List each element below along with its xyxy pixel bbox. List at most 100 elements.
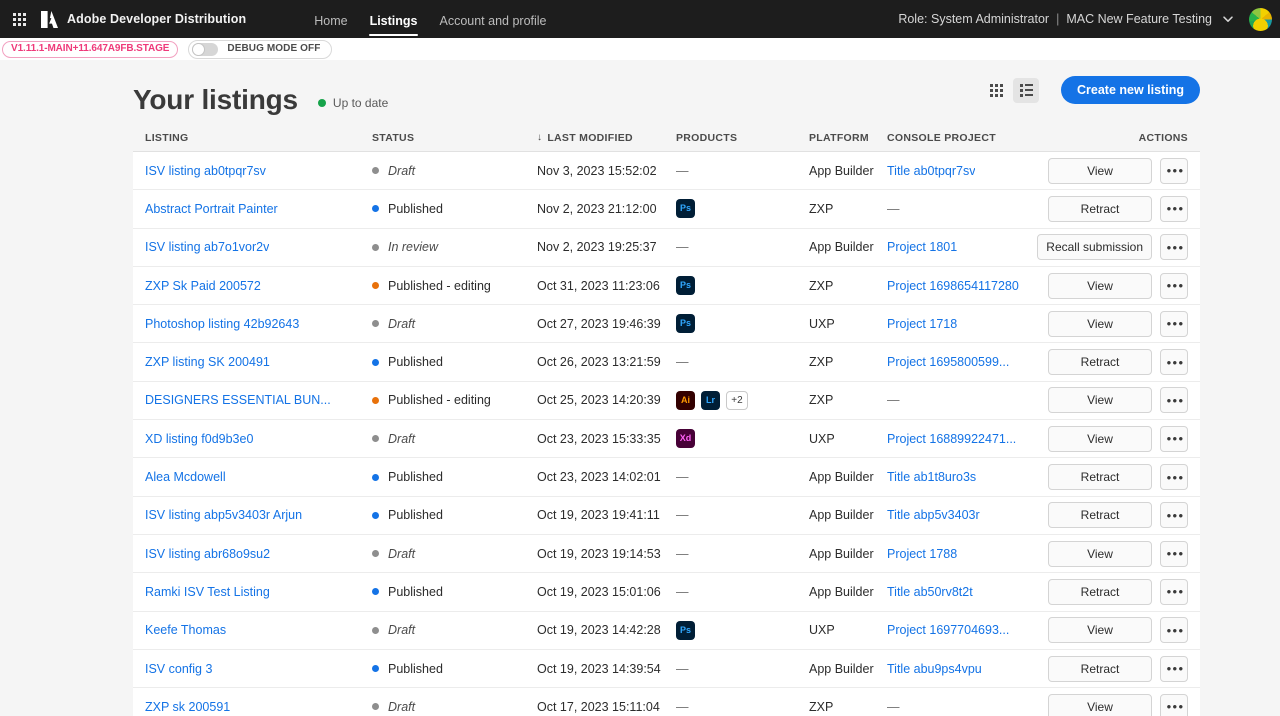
console-project-link[interactable]: Title ab1t8uro3s xyxy=(887,470,976,484)
console-project-link[interactable]: Project 1695800599... xyxy=(887,355,1009,369)
row-action-button[interactable]: View xyxy=(1048,158,1152,184)
product-icon-list: — xyxy=(676,470,689,484)
table-row[interactable]: Keefe ThomasDraftOct 19, 2023 14:42:28Ps… xyxy=(133,612,1200,650)
brand[interactable]: Adobe Developer Distribution xyxy=(40,11,246,28)
cell-console-project: Project 1718 xyxy=(887,317,1035,331)
row-action-button[interactable]: View xyxy=(1048,273,1152,299)
grid-view-icon[interactable] xyxy=(983,78,1009,103)
table-row[interactable]: ISV listing ab0tpqr7svDraftNov 3, 2023 1… xyxy=(133,152,1200,190)
row-action-button[interactable]: Recall submission xyxy=(1037,234,1152,260)
table-row[interactable]: ZXP sk 200591DraftOct 17, 2023 15:11:04—… xyxy=(133,688,1200,716)
table-row[interactable]: Ramki ISV Test ListingPublishedOct 19, 2… xyxy=(133,573,1200,611)
listing-name-link[interactable]: ZXP listing SK 200491 xyxy=(145,355,270,369)
console-project-link[interactable]: Title ab50rv8t2t xyxy=(887,585,973,599)
org-selector-label[interactable]: MAC New Feature Testing xyxy=(1066,12,1212,26)
column-header-status[interactable]: STATUS xyxy=(372,132,537,144)
table-row[interactable]: ZXP listing SK 200491PublishedOct 26, 20… xyxy=(133,343,1200,381)
column-header-listing[interactable]: LISTING xyxy=(133,132,372,144)
row-more-options-button[interactable]: ••• xyxy=(1160,234,1188,260)
table-row[interactable]: ISV listing abp5v3403r ArjunPublishedOct… xyxy=(133,497,1200,535)
row-action-button[interactable]: View xyxy=(1048,311,1152,337)
table-row[interactable]: DESIGNERS ESSENTIAL BUN...Published - ed… xyxy=(133,382,1200,420)
listing-name-link[interactable]: Alea Mcdowell xyxy=(145,470,226,484)
column-header-last-modified[interactable]: ↓ LAST MODIFIED xyxy=(537,132,676,144)
app-grid-icon[interactable] xyxy=(0,0,38,38)
row-more-options-button[interactable]: ••• xyxy=(1160,502,1188,528)
table-row[interactable]: ISV config 3PublishedOct 19, 2023 14:39:… xyxy=(133,650,1200,688)
row-more-options-button[interactable]: ••• xyxy=(1160,541,1188,567)
cell-listing: ISV listing abr68o9su2 xyxy=(133,547,372,561)
table-row[interactable]: ISV listing ab7o1vor2vIn reviewNov 2, 20… xyxy=(133,229,1200,267)
table-row[interactable]: Photoshop listing 42b92643DraftOct 27, 2… xyxy=(133,305,1200,343)
row-action-button[interactable]: Retract xyxy=(1048,579,1152,605)
chevron-down-icon[interactable] xyxy=(1221,12,1235,26)
nav-link-listings[interactable]: Listings xyxy=(359,15,429,39)
list-view-icon[interactable] xyxy=(1013,78,1039,103)
console-project-link[interactable]: Project 1698654117280 xyxy=(887,279,1019,293)
nav-link-home[interactable]: Home xyxy=(303,15,358,39)
create-new-listing-button[interactable]: Create new listing xyxy=(1061,76,1200,104)
listing-name-link[interactable]: Ramki ISV Test Listing xyxy=(145,585,270,599)
cell-platform: App Builder xyxy=(809,240,887,254)
listing-name-link[interactable]: DESIGNERS ESSENTIAL BUN... xyxy=(145,393,331,407)
column-header-products[interactable]: PRODUCTS xyxy=(676,132,809,144)
console-project-link[interactable]: Project 16889922471... xyxy=(887,432,1016,446)
listing-name-link[interactable]: ZXP Sk Paid 200572 xyxy=(145,279,261,293)
row-action-button[interactable]: Retract xyxy=(1048,349,1152,375)
listing-name-link[interactable]: Keefe Thomas xyxy=(145,623,226,637)
status-dot-icon xyxy=(372,397,379,404)
listing-name-link[interactable]: ISV listing ab0tpqr7sv xyxy=(145,164,266,178)
table-row[interactable]: ZXP Sk Paid 200572Published - editingOct… xyxy=(133,267,1200,305)
console-project-link[interactable]: Project 1801 xyxy=(887,240,957,254)
table-row[interactable]: Alea McdowellPublishedOct 23, 2023 14:02… xyxy=(133,458,1200,496)
row-action-button[interactable]: View xyxy=(1048,426,1152,452)
row-more-options-button[interactable]: ••• xyxy=(1160,694,1188,716)
row-more-options-button[interactable]: ••• xyxy=(1160,464,1188,490)
row-action-button[interactable]: Retract xyxy=(1048,196,1152,222)
console-project-link[interactable]: Project 1718 xyxy=(887,317,957,331)
row-action-button[interactable]: Retract xyxy=(1048,464,1152,490)
row-more-options-button[interactable]: ••• xyxy=(1160,656,1188,682)
listing-name-link[interactable]: Photoshop listing 42b92643 xyxy=(145,317,299,331)
debug-mode-toggle[interactable]: DEBUG MODE OFF xyxy=(188,40,332,59)
row-action-button[interactable]: Retract xyxy=(1048,656,1152,682)
listing-name-link[interactable]: Abstract Portrait Painter xyxy=(145,202,278,216)
row-more-options-button[interactable]: ••• xyxy=(1160,387,1188,413)
listing-name-link[interactable]: ZXP sk 200591 xyxy=(145,700,230,714)
row-action-button[interactable]: View xyxy=(1048,541,1152,567)
ps-product-icon: Ps xyxy=(676,276,695,295)
debug-mode-label: DEBUG MODE OFF xyxy=(227,44,320,54)
row-more-options-button[interactable]: ••• xyxy=(1160,196,1188,222)
console-project-link[interactable]: Title ab0tpqr7sv xyxy=(887,164,975,178)
row-action-button[interactable]: View xyxy=(1048,694,1152,716)
row-more-options-button[interactable]: ••• xyxy=(1160,158,1188,184)
table-row[interactable]: XD listing f0d9b3e0DraftOct 23, 2023 15:… xyxy=(133,420,1200,458)
console-project-link[interactable]: Project 1788 xyxy=(887,547,957,561)
nav-link-account-and-profile[interactable]: Account and profile xyxy=(428,15,557,39)
listing-name-link[interactable]: ISV listing abr68o9su2 xyxy=(145,547,270,561)
listing-name-link[interactable]: XD listing f0d9b3e0 xyxy=(145,432,253,446)
row-more-options-button[interactable]: ••• xyxy=(1160,426,1188,452)
table-row[interactable]: ISV listing abr68o9su2DraftOct 19, 2023 … xyxy=(133,535,1200,573)
cell-listing: XD listing f0d9b3e0 xyxy=(133,432,372,446)
console-project-link[interactable]: Title abp5v3403r xyxy=(887,508,980,522)
listing-name-link[interactable]: ISV listing abp5v3403r Arjun xyxy=(145,508,302,522)
row-more-options-button[interactable]: ••• xyxy=(1160,349,1188,375)
avatar[interactable] xyxy=(1249,8,1272,31)
row-more-options-button[interactable]: ••• xyxy=(1160,617,1188,643)
column-header-console-project[interactable]: CONSOLE PROJECT xyxy=(887,132,1035,144)
console-project-link[interactable]: Project 1697704693... xyxy=(887,623,1009,637)
row-action-button[interactable]: View xyxy=(1048,617,1152,643)
listing-name-link[interactable]: ISV listing ab7o1vor2v xyxy=(145,240,269,254)
listing-name-link[interactable]: ISV config 3 xyxy=(145,662,212,676)
column-header-platform[interactable]: PLATFORM xyxy=(809,132,887,144)
row-more-options-button[interactable]: ••• xyxy=(1160,311,1188,337)
table-row[interactable]: Abstract Portrait PainterPublishedNov 2,… xyxy=(133,190,1200,228)
more-products-badge[interactable]: +2 xyxy=(726,391,748,410)
row-action-button[interactable]: Retract xyxy=(1048,502,1152,528)
row-action-button[interactable]: View xyxy=(1048,387,1152,413)
row-more-options-button[interactable]: ••• xyxy=(1160,579,1188,605)
console-project-link[interactable]: Title abu9ps4vpu xyxy=(887,662,982,676)
cell-actions: Recall submission ••• xyxy=(1035,234,1200,260)
row-more-options-button[interactable]: ••• xyxy=(1160,273,1188,299)
